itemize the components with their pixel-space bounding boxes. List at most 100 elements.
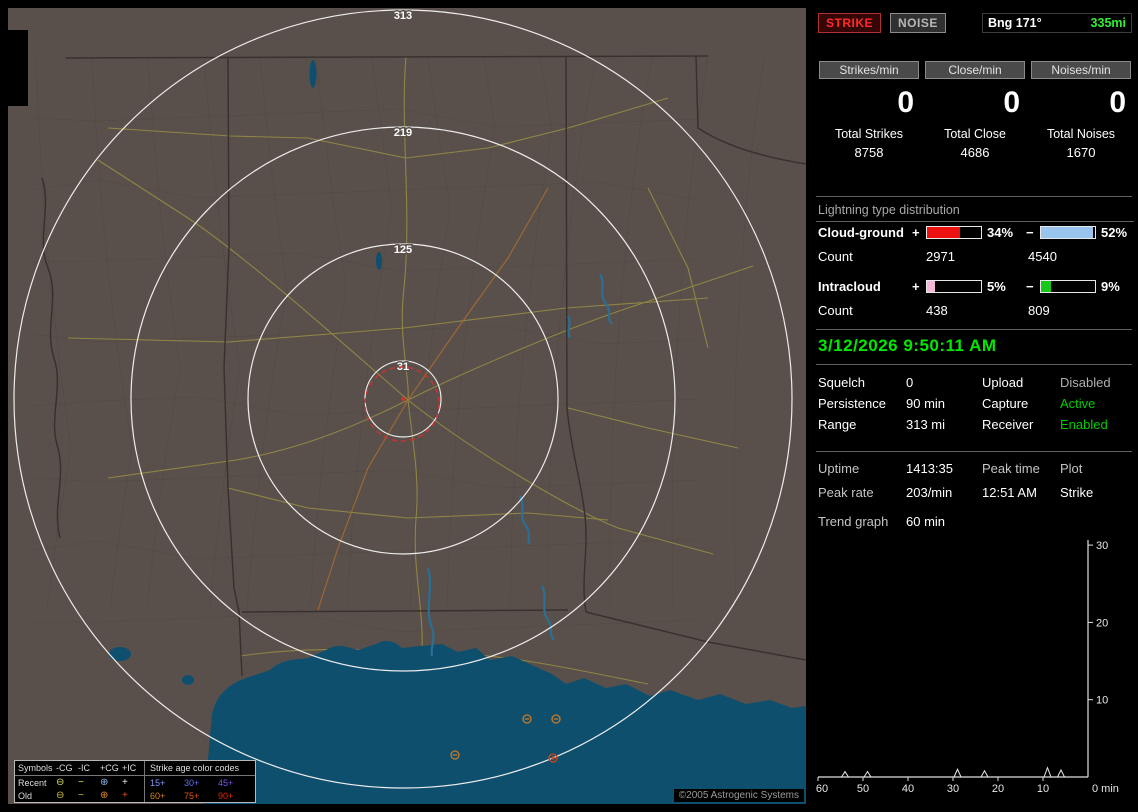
strikes-per-min-value: 0: [897, 86, 914, 119]
noises-per-min-button[interactable]: Noises/min: [1031, 61, 1131, 79]
old-pic-icon: +: [122, 789, 128, 801]
recent-pic-icon: +: [122, 776, 128, 788]
radar-map[interactable]: 31321912531: [8, 8, 806, 804]
cloud-ground-row: Cloud-ground + 34% − 52%: [818, 224, 1136, 240]
cg-positive-pct: 34%: [987, 224, 1014, 240]
datetime-readout: 3/12/2026 9:50:11 AM: [818, 336, 997, 355]
origin-label: 0 min: [1092, 783, 1119, 795]
upload-status: Disabled: [1060, 375, 1111, 390]
x-tick-label: 40: [902, 783, 914, 795]
trend-spike: [863, 770, 872, 778]
total-strikes-value: 8758: [854, 145, 884, 160]
cg-negative-bar: [1040, 225, 1096, 239]
ic-negative-pct: 9%: [1101, 278, 1120, 294]
mode-toggle-row: STRIKE NOISE Bng 171° 335mi: [818, 13, 1132, 33]
range-ring-label-313: 313: [394, 10, 412, 22]
trend-spike: [841, 770, 849, 778]
legend-age-header: Strike age color codes: [150, 763, 240, 773]
plot-label: Plot: [1060, 461, 1083, 476]
range-ring-label-125: 125: [394, 244, 412, 256]
minus-sign: −: [1026, 224, 1034, 240]
recent-nic-icon: −: [78, 776, 84, 788]
upload-label: Upload: [982, 375, 1024, 390]
plus-sign: +: [912, 224, 920, 240]
minus-sign: −: [1026, 278, 1034, 294]
divider: [816, 451, 1132, 452]
trend-window-value: 60 min: [906, 514, 946, 529]
copyright-text: ©2005 Astrogenic Systems: [673, 789, 804, 802]
strikes-per-min-button[interactable]: Strikes/min: [819, 61, 919, 79]
range-label: Range: [818, 417, 857, 432]
ic-positive-bar: [926, 279, 982, 293]
sensor-location-dot: [401, 397, 405, 401]
plot-value: Strike: [1060, 485, 1094, 500]
trend-graph-row: Trend graph 60 min: [818, 514, 945, 529]
range-value: 313 mi: [906, 417, 946, 432]
ic-negative-bar: [1040, 279, 1096, 293]
old-pcg-icon: ⊕: [100, 789, 109, 801]
strike-mode-button[interactable]: STRIKE: [818, 13, 882, 33]
legend-header-row: Symbols -CG -IC +CG +IC Strike age color…: [15, 761, 255, 776]
intracloud-label: Intracloud: [818, 278, 881, 294]
recent-pcg-icon: ⊕: [100, 776, 109, 788]
status-panel: STRIKE NOISE Bng 171° 335mi Strikes/min …: [812, 0, 1138, 812]
intracloud-row: Intracloud + 5% − 9%: [818, 278, 1136, 294]
noise-mode-button[interactable]: NOISE: [890, 13, 946, 33]
bearing-value: Bng 171°: [988, 16, 1042, 30]
range-ring-label-219: 219: [394, 127, 412, 139]
rate-counters: Strikes/min 0 Total Strikes 8758 Close/m…: [816, 61, 1136, 160]
ic-positive-count: 438: [926, 302, 948, 318]
close-per-min-value: 0: [1003, 86, 1020, 119]
x-tick-label: 30: [947, 783, 959, 795]
map-edge-gap: [8, 30, 28, 106]
age-90: 90+: [218, 790, 234, 801]
count-label: Count: [818, 248, 853, 264]
total-close-label: Total Close: [944, 127, 1006, 141]
ic-negative-count: 809: [1028, 302, 1050, 318]
legend-col-pcg: +CG: [100, 763, 119, 773]
persistence-label: Persistence: [818, 396, 886, 411]
y-tick-label: 20: [1096, 617, 1108, 629]
legend-col-ncg: -CG: [56, 763, 73, 773]
x-tick-label: 50: [857, 783, 869, 795]
legend-recent-row: Recent ⊖ − ⊕ + 15+ 30+ 45+: [15, 776, 255, 789]
ic-positive-pct: 5%: [987, 278, 1006, 294]
cloud-ground-count-row: Count 2971 4540: [818, 248, 1136, 264]
total-close-value: 4686: [960, 145, 990, 160]
trend-spike: [980, 769, 989, 778]
y-tick-label: 30: [1096, 540, 1108, 552]
trend-graph-label: Trend graph: [818, 514, 889, 529]
close-per-min-button[interactable]: Close/min: [925, 61, 1025, 79]
divider: [816, 196, 1132, 197]
map-legend: Symbols -CG -IC +CG +IC Strike age color…: [14, 760, 256, 803]
x-tick-label: 20: [992, 783, 1004, 795]
legend-recent-label: Recent: [18, 777, 47, 788]
trend-spike: [953, 768, 962, 778]
legend-old-label: Old: [18, 790, 33, 801]
receiver-label: Receiver: [982, 417, 1034, 432]
distribution-title: Lightning type distribution: [816, 200, 1134, 222]
total-noises-label: Total Noises: [1046, 127, 1116, 141]
session-stats-table: Uptime 1413:35 Peak time Plot Peak rate …: [818, 461, 1132, 500]
divider: [816, 329, 1132, 330]
count-label: Count: [818, 302, 853, 318]
receiver-status-table: Squelch 0 Upload Disabled Persistence 90…: [818, 375, 1132, 432]
peak-rate-label: Peak rate: [818, 485, 874, 500]
noises-counter: Noises/min 0 Total Noises 1670: [1028, 61, 1134, 160]
bearing-range: 335mi: [1090, 16, 1126, 30]
uptime-label: Uptime: [818, 461, 860, 476]
strikes-counter: Strikes/min 0 Total Strikes 8758: [816, 61, 922, 160]
age-60: 60+: [150, 790, 166, 801]
total-strikes-label: Total Strikes: [834, 127, 904, 141]
capture-label: Capture: [982, 396, 1029, 411]
cg-negative-count: 4540: [1028, 248, 1057, 264]
trend-graph: 30 20 10 60 50 40 30 20 10 0 min: [816, 540, 1119, 795]
radar-map-panel[interactable]: 313 219 125 31 Symbols -CG -IC +CG +IC Stri…: [8, 8, 806, 804]
close-counter: Close/min 0 Total Close 4686: [922, 61, 1028, 160]
cloud-ground-label: Cloud-ground: [818, 224, 904, 240]
y-tick-label: 10: [1096, 695, 1108, 707]
uptime-value: 1413:35: [906, 461, 953, 476]
cg-positive-count: 2971: [926, 248, 955, 264]
legend-old-row: Old ⊖ − ⊕ + 60+ 75+ 90+: [15, 789, 255, 802]
cg-negative-pct: 52%: [1101, 224, 1128, 240]
